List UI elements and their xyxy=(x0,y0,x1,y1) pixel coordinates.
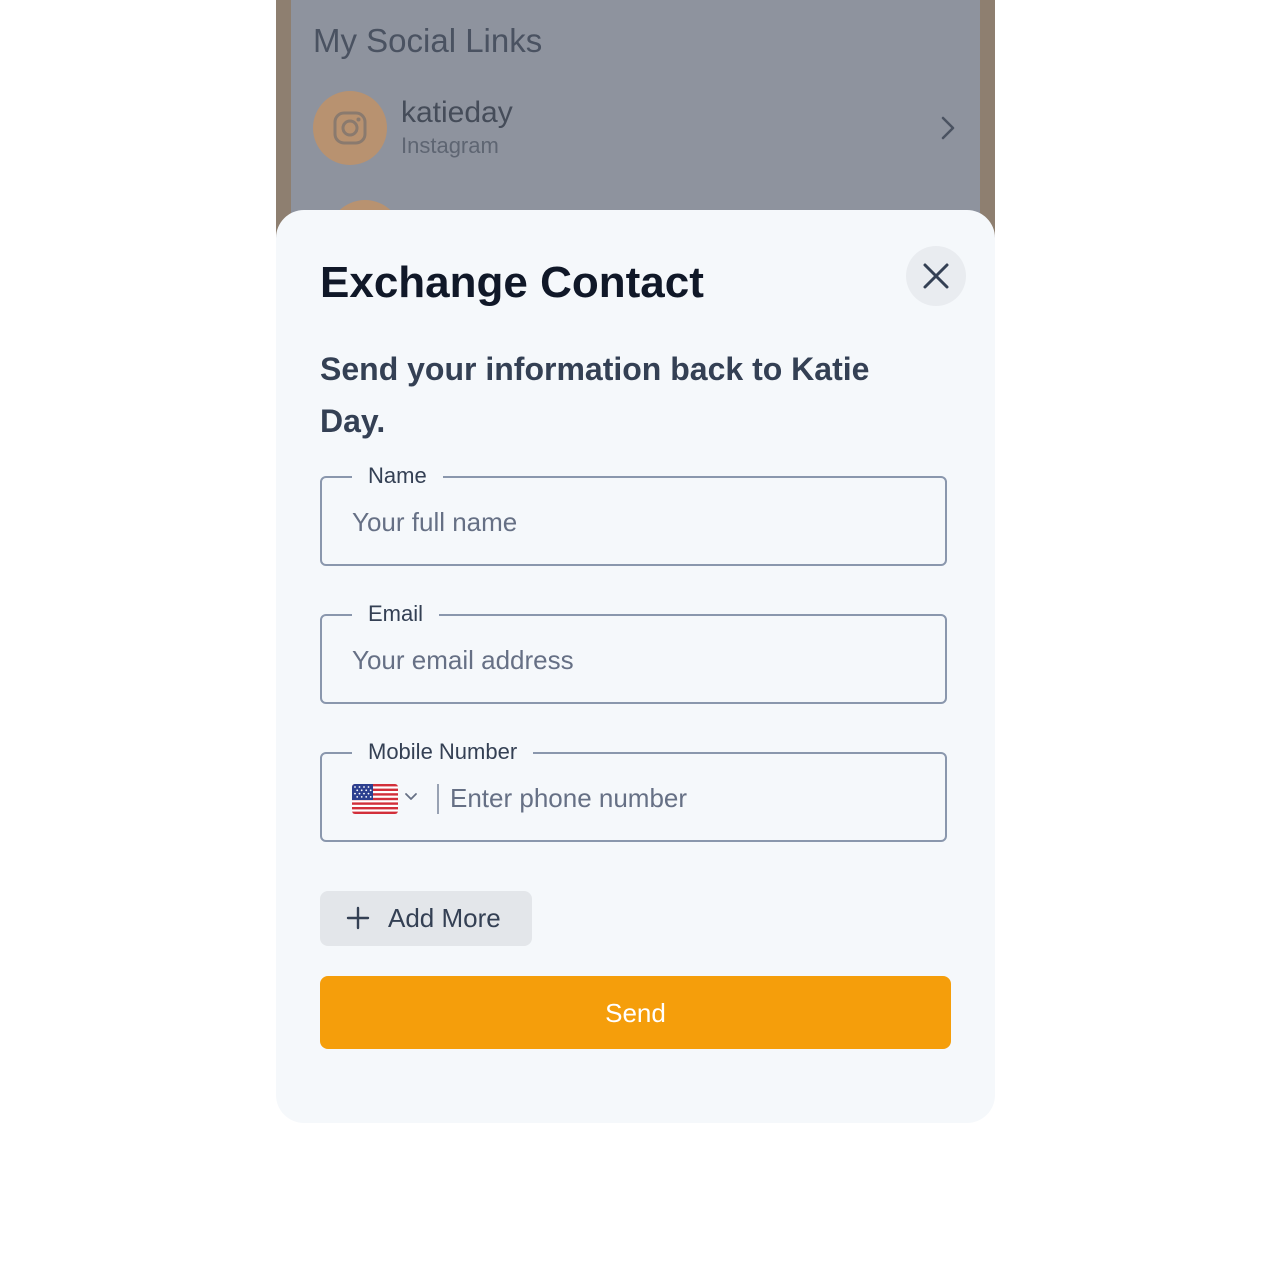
social-username: katieday xyxy=(401,96,513,129)
name-label: Name xyxy=(352,461,443,491)
send-label: Send xyxy=(605,998,666,1028)
email-input[interactable] xyxy=(352,640,912,680)
phone-divider xyxy=(437,784,439,814)
social-link-row[interactable]: katieday Instagram xyxy=(313,91,958,165)
plus-icon xyxy=(346,906,370,930)
country-code-select[interactable] xyxy=(352,783,422,817)
close-button[interactable] xyxy=(906,246,966,306)
email-label: Email xyxy=(352,599,440,629)
phone-input[interactable] xyxy=(450,778,910,818)
us-flag-icon xyxy=(352,784,398,814)
social-avatar xyxy=(313,91,387,165)
close-icon xyxy=(923,263,949,289)
social-platform: Instagram xyxy=(401,133,499,158)
mobile-field: Mobile Number xyxy=(320,737,947,842)
social-links-heading: My Social Links xyxy=(313,22,543,59)
send-button[interactable]: Send xyxy=(320,976,951,1049)
add-more-label: Add More xyxy=(388,903,501,933)
add-more-button[interactable]: Add More xyxy=(320,891,532,946)
name-field: Name xyxy=(320,461,947,566)
instagram-icon xyxy=(333,111,367,145)
email-field: Email xyxy=(320,599,947,704)
modal-subtitle: Send your information back to Katie Day. xyxy=(320,351,870,439)
exchange-contact-modal: Exchange Contact Send your information b… xyxy=(276,210,995,1123)
modal-title: Exchange Contact xyxy=(320,258,704,307)
chevron-down-icon xyxy=(405,793,417,800)
name-input[interactable] xyxy=(352,502,912,542)
chevron-right-icon xyxy=(941,116,955,140)
mobile-label: Mobile Number xyxy=(352,737,534,767)
